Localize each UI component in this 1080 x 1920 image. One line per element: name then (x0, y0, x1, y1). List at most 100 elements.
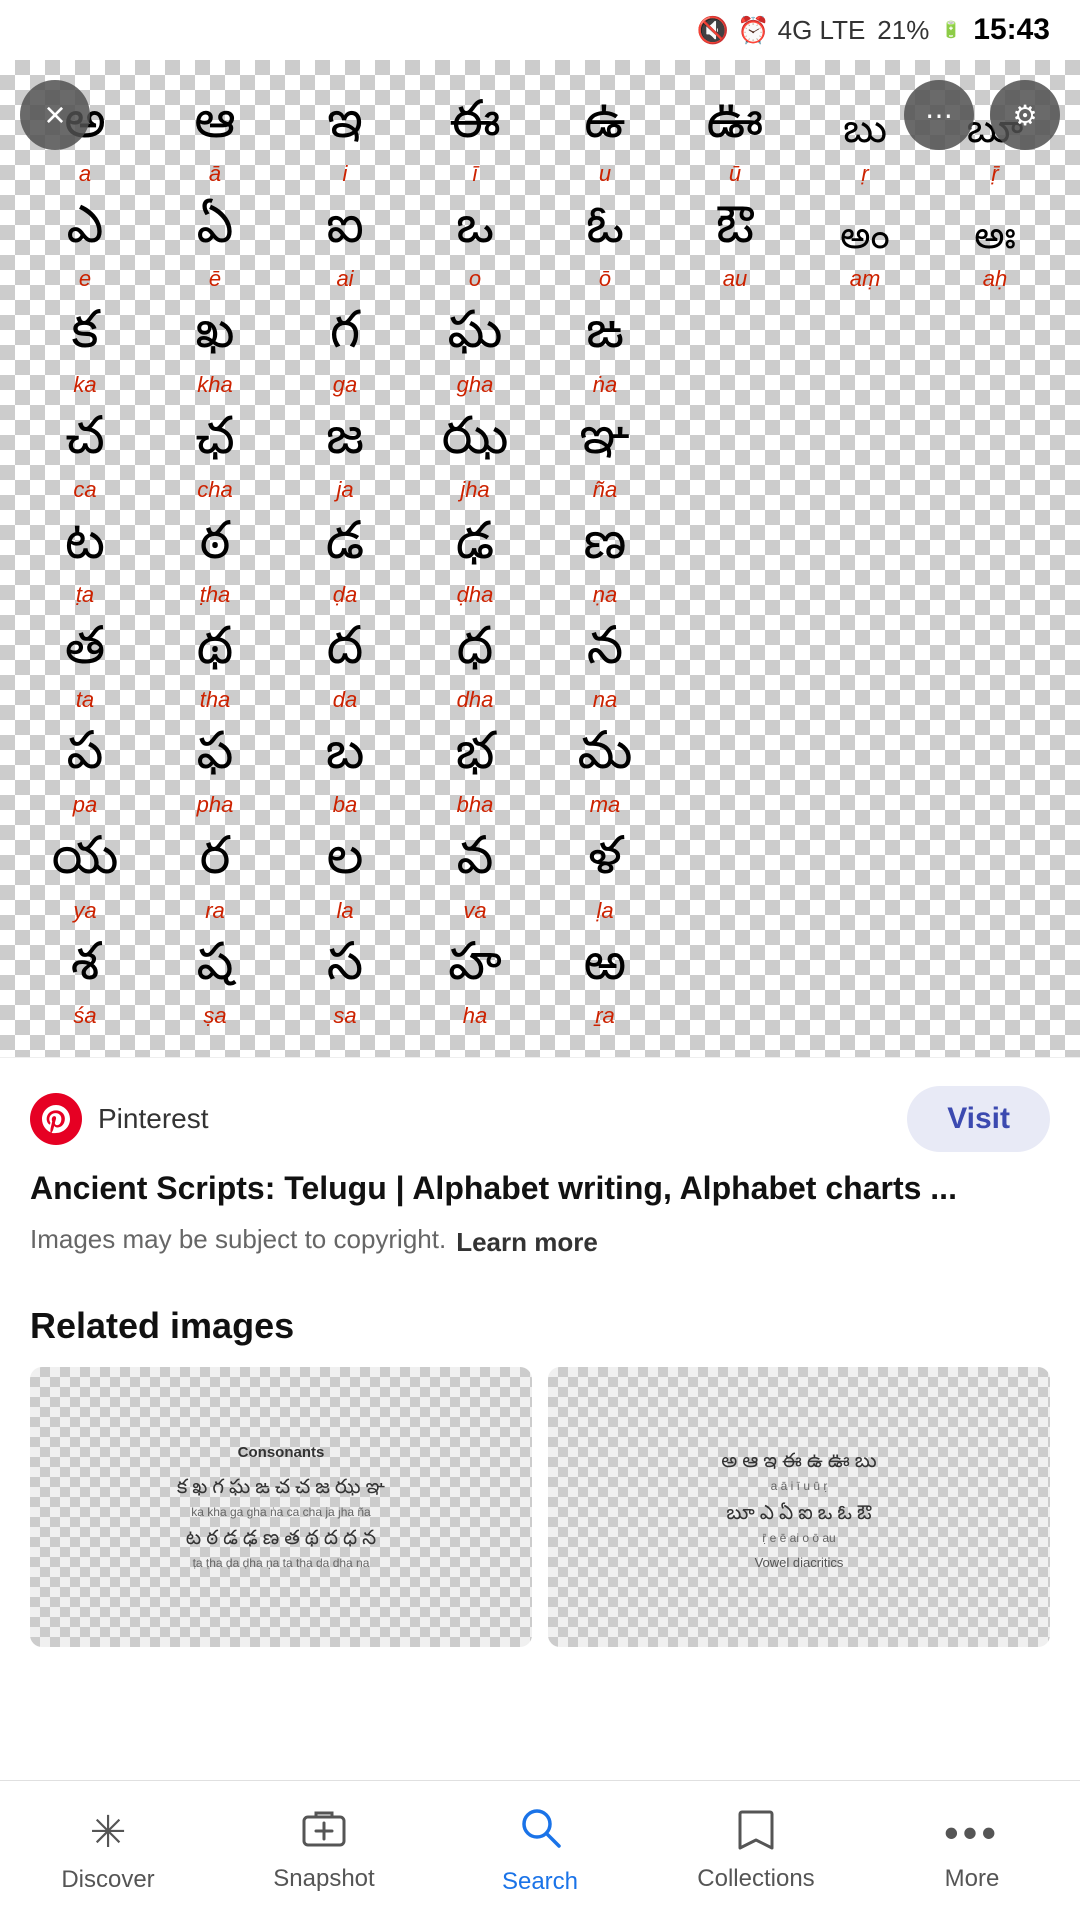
search-icon (518, 1805, 562, 1860)
nav-item-collections[interactable]: Collections (648, 1808, 864, 1893)
char-cell: బ ba (280, 721, 410, 826)
char-cell: ఈ ī (410, 90, 540, 195)
char-cell: జ ja (280, 406, 410, 511)
more-icon: ••• (944, 1809, 1000, 1857)
roman-label: ṭha (200, 582, 231, 608)
telugu-char: ఒ (456, 205, 494, 262)
char-cell: ఊ ū (670, 90, 800, 195)
roman-label: ṅa (593, 372, 617, 398)
char-cell: ళ ḷa (540, 826, 670, 931)
char-cell: ల la (280, 826, 410, 931)
roman-label: o (469, 266, 481, 292)
nav-item-search[interactable]: Search (432, 1805, 648, 1896)
telugu-char: ఠ (200, 521, 231, 578)
roman-label: śa (73, 1003, 96, 1029)
roman-label: ma (590, 792, 621, 818)
char-cell: ష ṣa (150, 932, 280, 1037)
char-cell: ఘ gha (410, 300, 540, 405)
char-cell: ఉ u (540, 90, 670, 195)
roman-label: da (333, 687, 357, 713)
share-icon[interactable]: ⋯ (904, 80, 974, 150)
nav-item-more[interactable]: ••• More (864, 1809, 1080, 1893)
roman-label: ē (209, 266, 221, 292)
related-thumb-2[interactable]: అ ఆ ఇ ఈ ఉ ఊ బు a ā i ī u ū ṛ బూ ఎ ఏ ఐ ఒ … (548, 1367, 1050, 1647)
telugu-char: ఇ (327, 100, 363, 157)
telugu-char: స (327, 942, 364, 999)
char-cell (800, 406, 930, 511)
roman-label: ka (73, 372, 96, 398)
roman-label: cha (197, 477, 232, 503)
char-cell: ఛ cha (150, 406, 280, 511)
telugu-char: య (52, 836, 119, 893)
telugu-char: ట (65, 521, 105, 578)
telugu-char: థ (197, 626, 234, 683)
telugu-char: ధ (457, 626, 494, 683)
char-cell: చ ca (20, 406, 150, 511)
roman-label: aḥ (983, 266, 1007, 292)
char-cell: ఱ ṟa (540, 932, 670, 1037)
char-cell: ఒ o (410, 195, 540, 300)
char-cell: ఝ jha (410, 406, 540, 511)
roman-label: ū (729, 161, 741, 187)
char-cell (930, 826, 1060, 931)
telugu-char: ల (327, 836, 364, 893)
related-thumb-1[interactable]: Consonants క ఖ గ ఘ ఙ చ చ జ ఝ ఞ ka kha ga… (30, 1367, 532, 1647)
telugu-char: ఱ (584, 942, 627, 999)
telugu-char: ఉ (584, 100, 626, 157)
roman-label: gha (457, 372, 494, 398)
telugu-char: జ (326, 416, 364, 473)
char-cell: అం aṃ (800, 195, 930, 300)
nav-item-snapshot[interactable]: Snapshot (216, 1809, 432, 1893)
telugu-char: ఞ (580, 416, 631, 473)
char-cell (800, 826, 930, 931)
roman-label: dha (457, 687, 494, 713)
char-cell: ఆ ā (150, 90, 280, 195)
nav-item-discover[interactable]: ✳ Discover (0, 1807, 216, 1894)
telugu-char: ఎ (67, 205, 104, 262)
close-button[interactable]: × (20, 80, 90, 150)
telugu-char: ఛ (195, 416, 235, 473)
visit-button[interactable]: Visit (907, 1086, 1050, 1152)
char-cell: ణ ṇa (540, 511, 670, 616)
clock: 15:43 (973, 13, 1050, 47)
char-cell (670, 511, 800, 616)
collections-icon (736, 1808, 776, 1857)
telugu-char: ఐ (326, 205, 364, 262)
related-grid: Consonants క ఖ గ ఘ ఙ చ చ జ ఝ ఞ ka kha ga… (30, 1367, 1050, 1647)
telugu-char: వ (457, 836, 494, 893)
roman-label: ai (336, 266, 353, 292)
roman-label: ña (593, 477, 617, 503)
learn-more-link[interactable]: Learn more (456, 1227, 598, 1258)
telugu-char: అః (974, 221, 1016, 263)
telugu-char: ఊ (707, 100, 764, 157)
source-row: Pinterest Visit (30, 1086, 1050, 1152)
roman-label: tha (200, 687, 231, 713)
char-cell: ఐ ai (280, 195, 410, 300)
roman-label: bha (457, 792, 494, 818)
char-cell (670, 300, 800, 405)
roman-label: ya (73, 898, 96, 924)
telugu-char: హ (448, 942, 502, 999)
telugu-char: ఆ (194, 100, 236, 157)
image-area: × ⋯ ⚙ అ a ఆ ā ఇ i ఈ ī ఉ u ఊ ū బు (0, 60, 1080, 1057)
telugu-char: ణ (584, 521, 627, 578)
char-cell (800, 616, 930, 721)
char-cell: ధ dha (410, 616, 540, 721)
settings-icon[interactable]: ⚙ (990, 80, 1060, 150)
char-cell: మ ma (540, 721, 670, 826)
discover-icon: ✳ (90, 1807, 127, 1858)
char-cell: శ śa (20, 932, 150, 1037)
roman-label: ta (76, 687, 94, 713)
roman-label: jha (460, 477, 489, 503)
telugu-char: ఈ (449, 100, 501, 157)
telugu-char: ఔ (716, 205, 754, 262)
roman-label: ō (599, 266, 611, 292)
char-cell: డ ḍa (280, 511, 410, 616)
char-cell: భ bha (410, 721, 540, 826)
thumb-text-1: Consonants క ఖ గ ఘ ఙ చ చ జ ఝ ఞ ka kha ga… (177, 1443, 385, 1572)
roman-label: sa (333, 1003, 356, 1029)
telugu-char: గ (330, 310, 360, 367)
char-cell: హ ha (410, 932, 540, 1037)
telugu-char: ఢ (456, 521, 494, 578)
char-cell: గ ga (280, 300, 410, 405)
